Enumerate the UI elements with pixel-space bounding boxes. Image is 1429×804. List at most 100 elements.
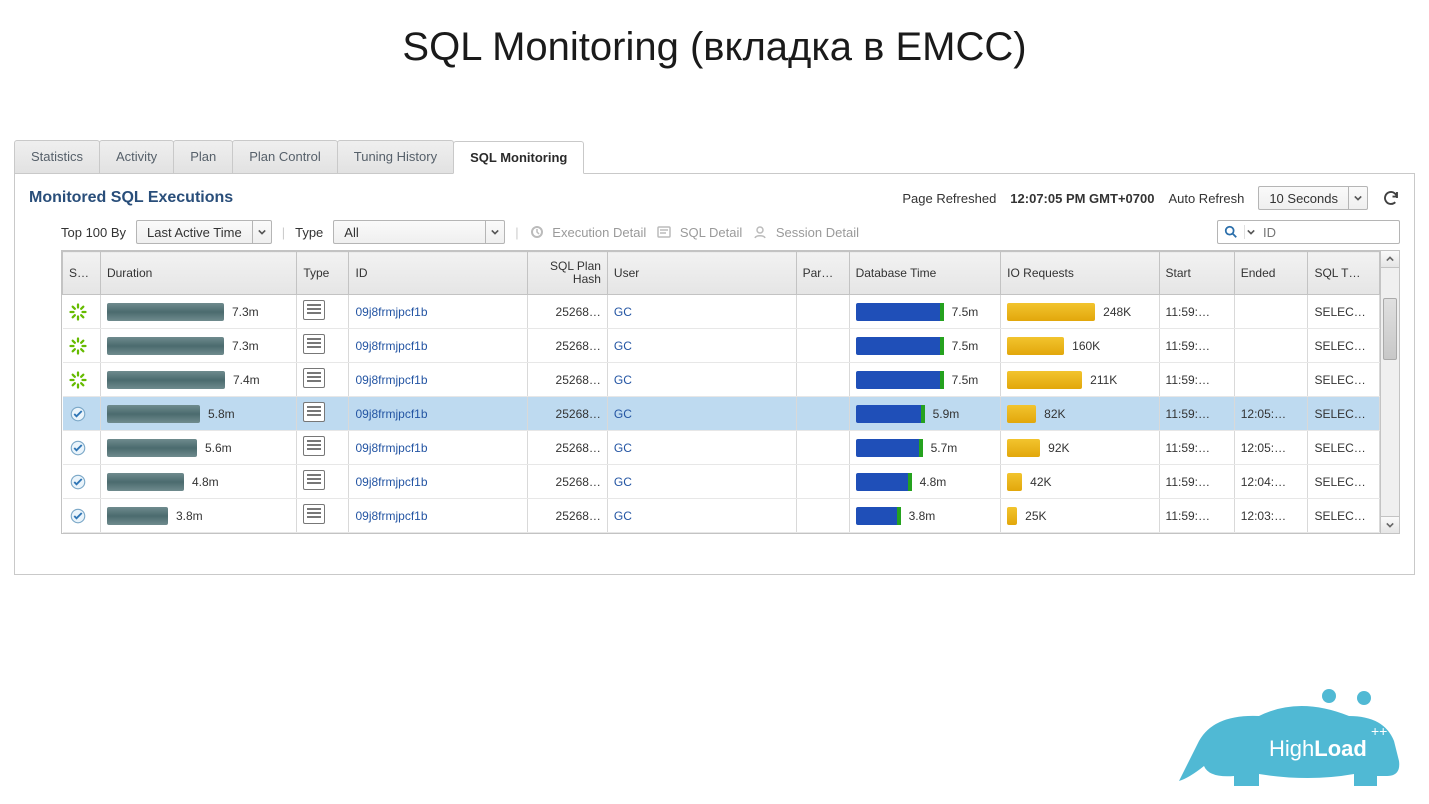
auto-refresh-select[interactable]: 10 Seconds <box>1258 186 1368 210</box>
table-row[interactable]: 7.3m09j8frmjpcf1b25268…GC7.5m160K11:59:…… <box>63 329 1380 363</box>
cell-user[interactable]: GC <box>607 397 796 431</box>
cell-hash: 25268… <box>528 465 608 499</box>
cell-hash: 25268… <box>528 329 608 363</box>
table-row[interactable]: 5.8m09j8frmjpcf1b25268…GC5.9m82K11:59:…1… <box>63 397 1380 431</box>
cell-user[interactable]: GC <box>607 295 796 329</box>
vertical-scrollbar[interactable] <box>1380 251 1399 533</box>
cell-sql-id[interactable]: 09j8frmjpcf1b <box>349 363 528 397</box>
cell-end <box>1234 329 1308 363</box>
search-icon[interactable] <box>1218 225 1245 239</box>
cell-par <box>796 465 849 499</box>
cell-io: 211K <box>1001 363 1159 397</box>
search-input[interactable] <box>1257 225 1399 240</box>
cell-sql-id[interactable]: 09j8frmjpcf1b <box>349 465 528 499</box>
table-row[interactable]: 7.4m09j8frmjpcf1b25268…GC7.5m211K11:59:…… <box>63 363 1380 397</box>
sql-script-icon <box>303 334 325 354</box>
tab-plan[interactable]: Plan <box>173 140 233 173</box>
tab-bar: StatisticsActivityPlanPlan ControlTuning… <box>14 140 1415 174</box>
type-label: Type <box>295 225 323 240</box>
cell-end: 12:05:… <box>1234 397 1308 431</box>
tab-activity[interactable]: Activity <box>99 140 174 173</box>
execution-detail-label: Execution Detail <box>552 225 646 240</box>
col-hash[interactable]: SQL PlanHash <box>528 252 608 295</box>
cell-start: 11:59:… <box>1159 295 1234 329</box>
col-user[interactable]: User <box>607 252 796 295</box>
page-refreshed-label: Page Refreshed <box>902 191 996 206</box>
session-detail-button[interactable]: Session Detail <box>752 224 859 240</box>
cell-io: 82K <box>1001 397 1159 431</box>
check-icon <box>63 431 101 465</box>
emcc-panel: StatisticsActivityPlanPlan ControlTuning… <box>14 140 1415 575</box>
cell-end: 12:05:… <box>1234 431 1308 465</box>
cell-sql-id[interactable]: 09j8frmjpcf1b <box>349 329 528 363</box>
highload-logo: HighLoad ++ <box>1149 686 1409 796</box>
cell-duration: 4.8m <box>100 465 296 499</box>
sql-detail-button[interactable]: SQL Detail <box>656 224 742 240</box>
cell-sql-id[interactable]: 09j8frmjpcf1b <box>349 397 528 431</box>
tab-sql-monitoring[interactable]: SQL Monitoring <box>453 141 584 174</box>
cell-sql-id[interactable]: 09j8frmjpcf1b <box>349 499 528 533</box>
scroll-thumb[interactable] <box>1383 298 1397 360</box>
col-db[interactable]: Database Time <box>849 252 1001 295</box>
cell-sql-text: SELEC… <box>1308 431 1380 465</box>
cell-user[interactable]: GC <box>607 465 796 499</box>
cell-user[interactable]: GC <box>607 499 796 533</box>
tab-tuning-history[interactable]: Tuning History <box>337 140 454 173</box>
col-status[interactable]: S… <box>63 252 101 295</box>
col-start[interactable]: Start <box>1159 252 1234 295</box>
table-wrap: S… Duration Type ID SQL PlanHash User Pa… <box>61 250 1400 534</box>
refresh-icon[interactable] <box>1382 189 1400 207</box>
execution-detail-button[interactable]: Execution Detail <box>529 224 647 240</box>
table-row[interactable]: 5.6m09j8frmjpcf1b25268…GC5.7m92K11:59:…1… <box>63 431 1380 465</box>
col-par[interactable]: Par… <box>796 252 849 295</box>
check-icon <box>63 499 101 533</box>
cell-sql-id[interactable]: 09j8frmjpcf1b <box>349 431 528 465</box>
top100-select[interactable]: Last Active Time <box>136 220 272 244</box>
spinner-icon <box>63 295 101 329</box>
svg-text:++: ++ <box>1371 723 1387 739</box>
type-select[interactable]: All <box>333 220 505 244</box>
col-type[interactable]: Type <box>297 252 349 295</box>
page-refreshed-time: 12:07:05 PM GMT+0700 <box>1010 191 1154 206</box>
cell-user[interactable]: GC <box>607 431 796 465</box>
cell-hash: 25268… <box>528 499 608 533</box>
cell-sql-id[interactable]: 09j8frmjpcf1b <box>349 295 528 329</box>
table-row[interactable]: 4.8m09j8frmjpcf1b25268…GC4.8m42K11:59:…1… <box>63 465 1380 499</box>
col-io[interactable]: IO Requests <box>1001 252 1159 295</box>
cell-db-time: 3.8m <box>849 499 1001 533</box>
cell-sql-text: SELEC… <box>1308 329 1380 363</box>
cell-io: 92K <box>1001 431 1159 465</box>
cell-hash: 25268… <box>528 363 608 397</box>
cell-duration: 7.4m <box>100 363 296 397</box>
chevron-down-icon[interactable] <box>1245 228 1257 236</box>
scroll-down-icon[interactable] <box>1381 516 1399 533</box>
sql-script-icon <box>303 504 325 524</box>
table-row[interactable]: 3.8m09j8frmjpcf1b25268…GC3.8m25K11:59:…1… <box>63 499 1380 533</box>
cell-end: 12:03:… <box>1234 499 1308 533</box>
col-id[interactable]: ID <box>349 252 528 295</box>
search-input-wrap <box>1217 220 1400 244</box>
cell-user[interactable]: GC <box>607 329 796 363</box>
cell-io: 160K <box>1001 329 1159 363</box>
cell-sql-text: SELEC… <box>1308 295 1380 329</box>
col-duration[interactable]: Duration <box>100 252 296 295</box>
scroll-track[interactable] <box>1381 268 1399 516</box>
scroll-up-icon[interactable] <box>1381 251 1399 268</box>
chevron-down-icon <box>252 221 271 243</box>
cell-user[interactable]: GC <box>607 363 796 397</box>
tab-statistics[interactable]: Statistics <box>14 140 100 173</box>
auto-refresh-value: 10 Seconds <box>1259 191 1348 206</box>
col-sqlt[interactable]: SQL T… <box>1308 252 1380 295</box>
table-row[interactable]: 7.3m09j8frmjpcf1b25268…GC7.5m248K11:59:…… <box>63 295 1380 329</box>
cell-sql-text: SELEC… <box>1308 499 1380 533</box>
cell-hash: 25268… <box>528 431 608 465</box>
cell-hash: 25268… <box>528 295 608 329</box>
col-end[interactable]: Ended <box>1234 252 1308 295</box>
cell-start: 11:59:… <box>1159 363 1234 397</box>
cell-start: 11:59:… <box>1159 329 1234 363</box>
cell-hash: 25268… <box>528 397 608 431</box>
sql-detail-label: SQL Detail <box>680 225 742 240</box>
toolbar: Top 100 By Last Active Time | Type All |… <box>61 220 1400 244</box>
tab-plan-control[interactable]: Plan Control <box>232 140 338 173</box>
cell-type <box>297 499 349 533</box>
